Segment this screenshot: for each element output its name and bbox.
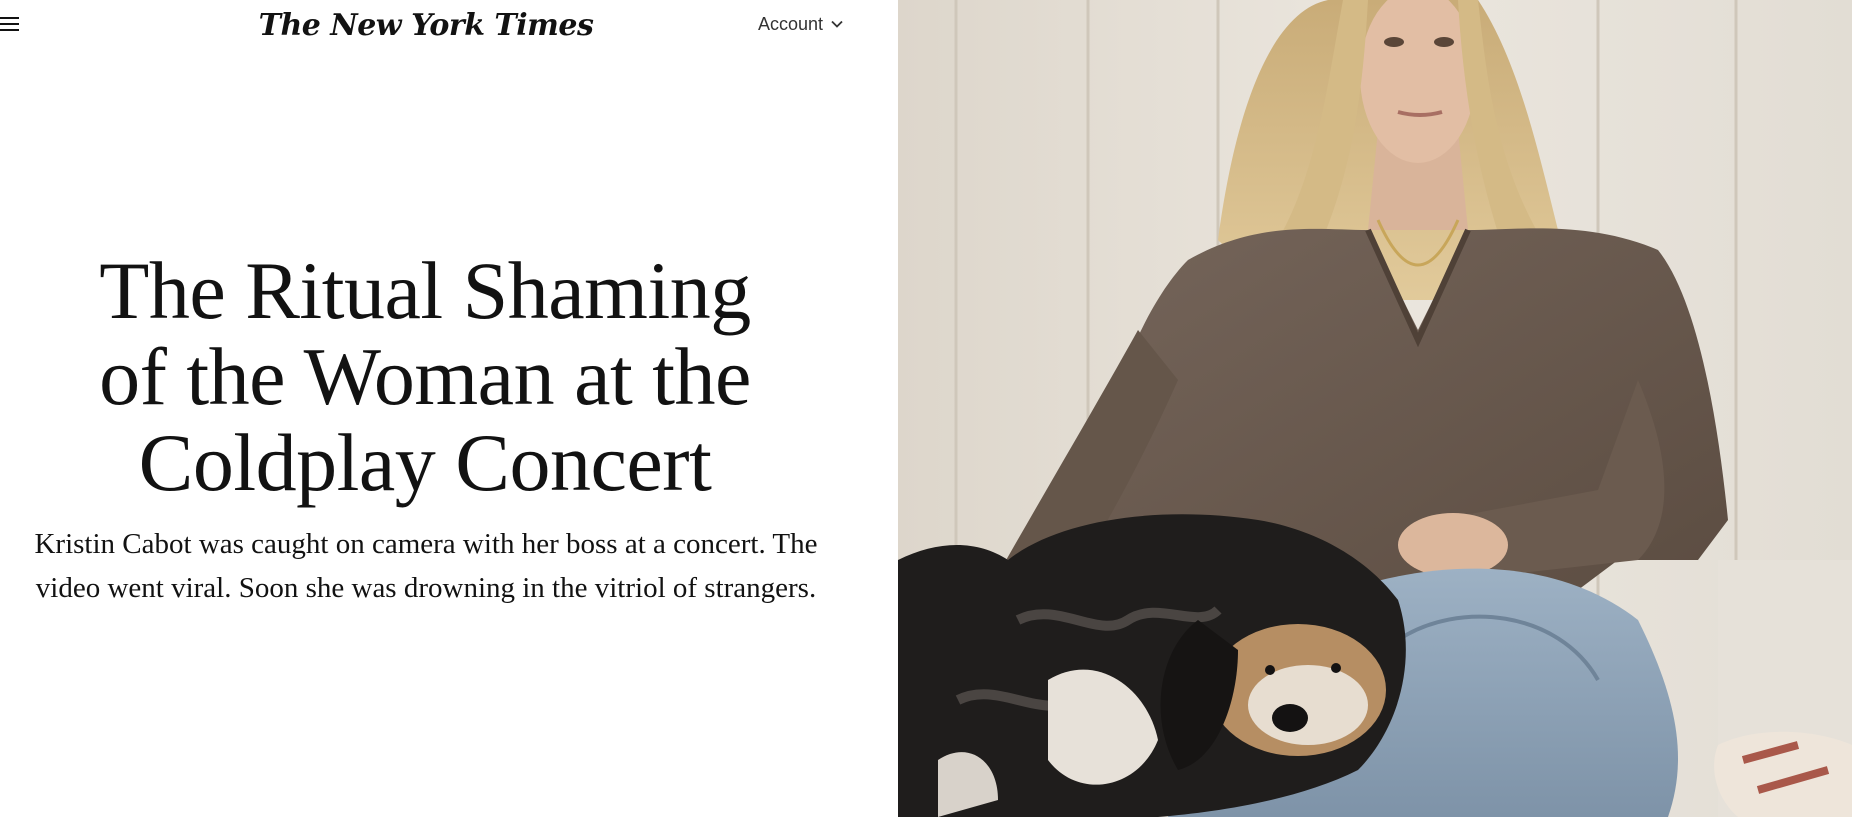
article-summary: Kristin Cabot was caught on camera with …: [34, 528, 818, 604]
account-label: Account: [758, 13, 824, 34]
article-header-column: The New York Times Account The Ritual Sh…: [0, 0, 898, 817]
lead-photo: [898, 0, 1852, 817]
headline: The Ritual Shaming of the Woman at the C…: [99, 245, 751, 508]
lead-photo-image: [898, 0, 1852, 817]
masthead: The New York Times Account: [0, 0, 898, 50]
nyt-logo[interactable]: The New York Times: [259, 3, 594, 47]
hamburger-menu-icon[interactable]: [0, 14, 20, 34]
article-page: The New York Times Account The Ritual Sh…: [0, 0, 1852, 817]
chevron-down-icon: [831, 20, 843, 28]
account-button[interactable]: Account: [758, 12, 843, 36]
